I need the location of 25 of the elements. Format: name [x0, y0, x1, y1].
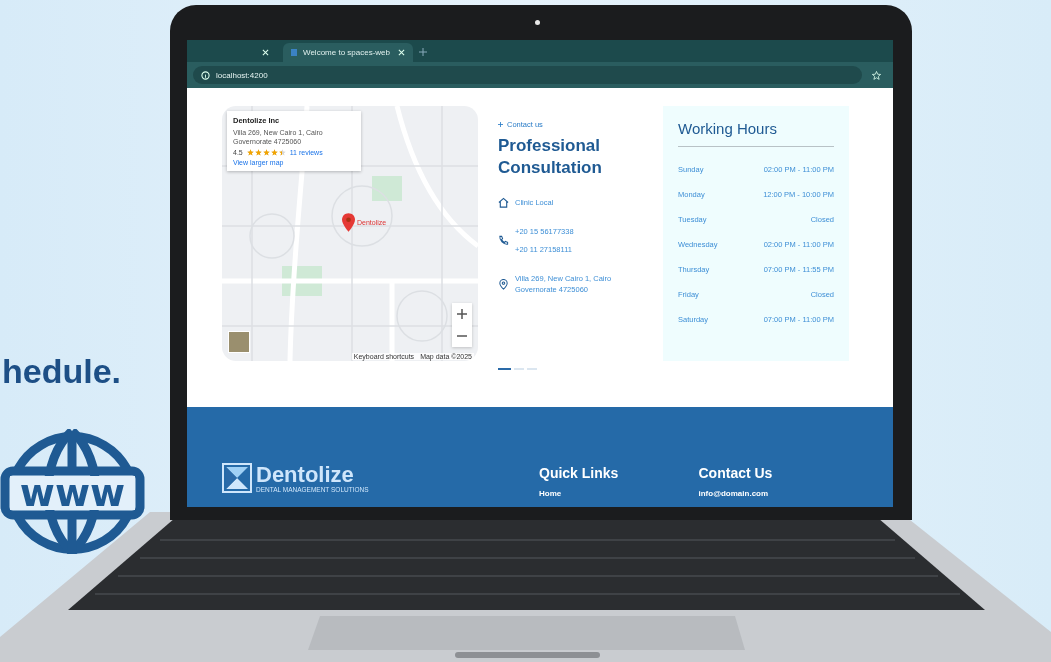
- footer-heading: Quick Links: [539, 465, 620, 481]
- satellite-thumbnail[interactable]: [228, 331, 250, 353]
- info-icon: [201, 70, 210, 80]
- map-pin-icon: [342, 213, 355, 232]
- brand-name: Dentolize: [256, 463, 355, 486]
- home-icon: [498, 197, 509, 209]
- favicon-icon: [291, 49, 297, 56]
- logo-icon: [222, 463, 252, 493]
- footer-link[interactable]: info@domain.com: [698, 489, 858, 498]
- browser-tab[interactable]: Welcome to spaces-web: [283, 43, 413, 62]
- plus-icon: [498, 122, 503, 127]
- close-icon[interactable]: [262, 49, 269, 56]
- section-title: Professional Consultation: [498, 135, 603, 180]
- close-icon[interactable]: [398, 49, 405, 56]
- star-icon[interactable]: [872, 70, 881, 80]
- location-pin-icon: [498, 278, 509, 290]
- phone-icon: [498, 235, 509, 247]
- footer-heading: Contact Us: [698, 465, 774, 481]
- camera-icon: [535, 20, 540, 25]
- card-title: Working Hours: [678, 120, 778, 137]
- new-tab-icon[interactable]: [419, 48, 427, 56]
- backdrop-heading: hedule.: [2, 352, 122, 391]
- footer-link[interactable]: Home: [539, 489, 699, 498]
- zoom-in-icon[interactable]: [457, 309, 467, 319]
- address-field[interactable]: localhost:4200: [193, 66, 862, 84]
